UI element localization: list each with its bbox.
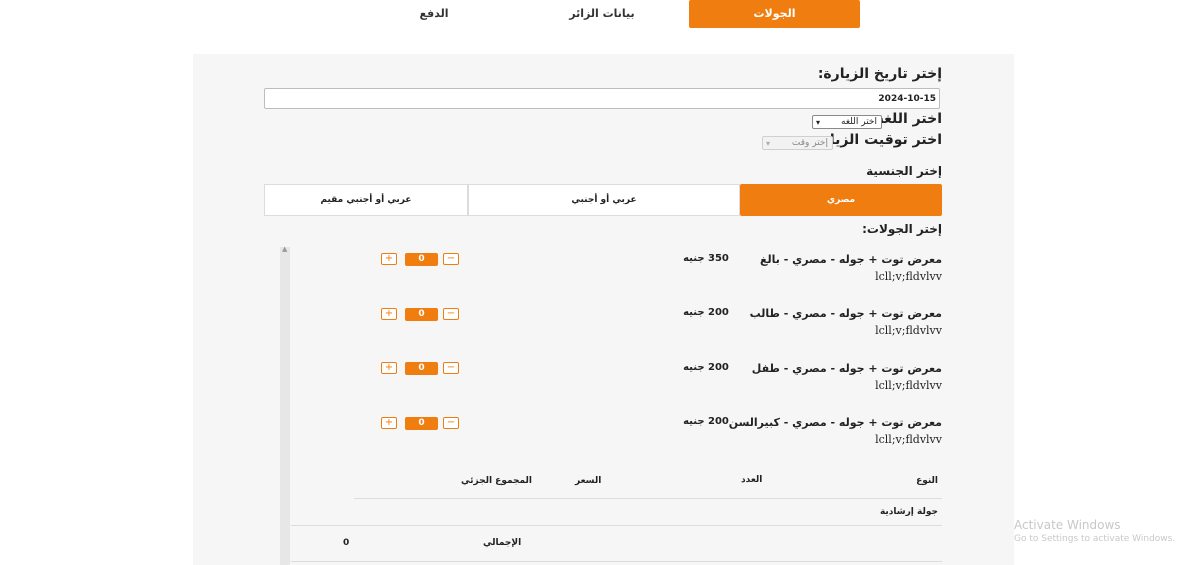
activation-watermark-title: Activate Windows	[1014, 518, 1121, 532]
quantity-value: 0	[405, 417, 438, 430]
tour-title: معرض توت + جوله - مصري - بالغ	[760, 253, 942, 266]
quantity-value: 0	[405, 362, 438, 375]
decrement-button[interactable]: −	[443, 417, 459, 429]
language-select[interactable]: اختر اللغه ▾	[812, 115, 882, 129]
quantity-value: 0	[405, 253, 438, 266]
activation-watermark-text: Go to Settings to activate Windows.	[1014, 534, 1176, 544]
tour-price: 200 جنيه	[683, 362, 729, 373]
tour-title: معرض توت + جوله - مصري - طالب	[749, 307, 942, 320]
tour-code: lcll;v;fldvlvv	[875, 270, 942, 283]
nationality-tab-arab-foreign[interactable]: عربي أو أجنبي	[468, 184, 740, 216]
table-divider	[291, 561, 942, 562]
tour-name: معرض توت + جوله - مصري - كبيرالسن lcll;v…	[722, 414, 942, 448]
decrement-button[interactable]: −	[443, 362, 459, 374]
increment-button[interactable]: +	[381, 417, 397, 429]
quantity-stepper: + 0 −	[381, 253, 461, 267]
tour-price: 200 جنيه	[683, 416, 729, 427]
quantity-stepper: + 0 −	[381, 362, 461, 376]
decrement-button[interactable]: −	[443, 308, 459, 320]
chevron-down-icon: ▾	[766, 139, 771, 148]
increment-button[interactable]: +	[381, 308, 397, 320]
visit-time-select[interactable]: إختر وقت ▾	[762, 136, 833, 150]
tour-name: معرض توت + جوله - مصري - بالغ lcll;v;fld…	[722, 251, 942, 285]
nationality-tab-egyptian[interactable]: مصري	[740, 184, 942, 216]
summary-header-count: العدد	[741, 475, 763, 485]
tours-scrollbar[interactable]: ▲	[280, 245, 290, 565]
visit-time-select-value: إختر وقت	[791, 138, 828, 148]
quantity-value: 0	[405, 308, 438, 321]
step-payment[interactable]: الدفع	[352, 0, 516, 28]
scroll-up-icon[interactable]: ▲	[282, 245, 287, 253]
tours-label: إختر الجولات:	[862, 222, 942, 236]
table-divider	[354, 498, 942, 499]
tour-code: lcll;v;fldvlvv	[875, 433, 942, 446]
nationality-tab-resident[interactable]: عربي أو أجنبي مقيم	[264, 184, 468, 216]
visit-date-input[interactable]: 2024-10-15	[264, 88, 940, 109]
summary-total-value: 0	[343, 538, 350, 548]
tour-title: معرض توت + جوله - مصري - كبيرالسن	[728, 416, 942, 429]
language-select-value: اختر اللغه	[841, 117, 877, 127]
tour-title: معرض توت + جوله - مصري - طفل	[751, 362, 942, 375]
step-tabs: الجولات بيانات الزائر الدفع	[0, 0, 1200, 30]
summary-header-subtotal: المجموع الجزئي	[461, 476, 532, 486]
increment-button[interactable]: +	[381, 253, 397, 265]
summary-header-price: السعر	[575, 476, 602, 486]
nationality-label: إختر الجنسية	[866, 164, 942, 178]
summary-header-type: النوع	[916, 476, 938, 486]
tour-price: 350 جنيه	[683, 253, 729, 264]
step-visitor-data[interactable]: بيانات الزائر	[520, 0, 684, 28]
tour-price: 200 جنيه	[683, 307, 729, 318]
decrement-button[interactable]: −	[443, 253, 459, 265]
tour-code: lcll;v;fldvlvv	[875, 324, 942, 337]
summary-total-label: الإجمالي	[483, 538, 522, 548]
tour-name: معرض توت + جوله - مصري - طفل lcll;v;fldv…	[722, 360, 942, 394]
step-tours[interactable]: الجولات	[689, 0, 860, 28]
chevron-down-icon: ▾	[816, 118, 821, 127]
visit-date-label: إختر تاريخ الزيارة:	[817, 66, 942, 82]
summary-guided-tour: جولة إرشادية	[879, 507, 938, 517]
quantity-stepper: + 0 −	[381, 417, 461, 431]
booking-card: إختر تاريخ الزيارة: 2024-10-15 اختر اللغ…	[193, 54, 1014, 565]
increment-button[interactable]: +	[381, 362, 397, 374]
tour-name: معرض توت + جوله - مصري - طالب lcll;v;fld…	[722, 305, 942, 339]
tour-code: lcll;v;fldvlvv	[875, 379, 942, 392]
quantity-stepper: + 0 −	[381, 308, 461, 322]
table-divider	[291, 525, 942, 526]
